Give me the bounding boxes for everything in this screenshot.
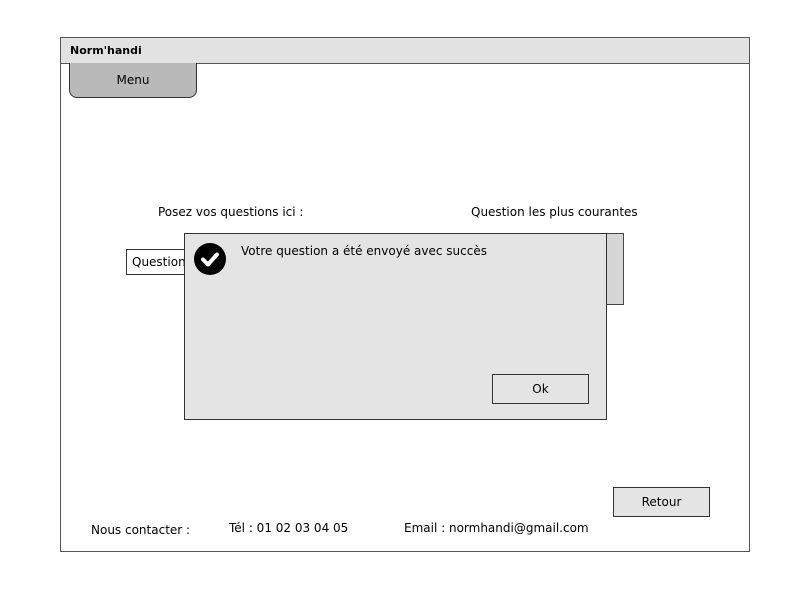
- success-dialog: Votre question a été envoyé avec succès …: [184, 233, 607, 420]
- check-circle-icon: [194, 243, 226, 275]
- title-bar: Norm'handi: [61, 38, 749, 64]
- dialog-message: Votre question a été envoyé avec succès: [241, 244, 487, 258]
- footer-phone: Tél : 01 02 03 04 05: [229, 521, 349, 535]
- page: Norm'handi Menu Posez vos questions ici …: [0, 0, 800, 600]
- menu-button[interactable]: Menu: [69, 63, 197, 98]
- footer-contact-label: Nous contacter :: [91, 523, 191, 537]
- app-window: Norm'handi Menu Posez vos questions ici …: [60, 37, 750, 552]
- popular-questions-label: Question les plus courantes: [471, 205, 638, 219]
- app-title: Norm'handi: [70, 44, 142, 57]
- questions-label: Posez vos questions ici :: [158, 205, 304, 219]
- ok-button[interactable]: Ok: [492, 374, 589, 404]
- footer-email: Email : normhandi@gmail.com: [404, 521, 589, 535]
- retour-button[interactable]: Retour: [613, 487, 710, 517]
